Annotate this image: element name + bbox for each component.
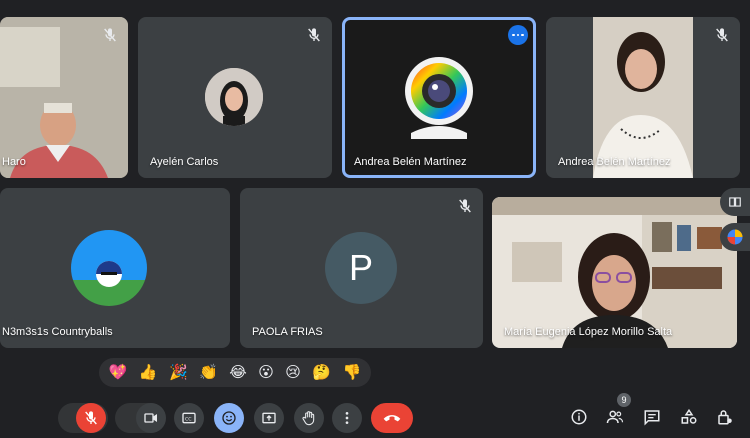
mic-toggle-button[interactable] <box>76 403 106 433</box>
svg-text:CC: CC <box>185 416 192 422</box>
book-icon <box>729 197 741 207</box>
chat-icon <box>644 410 660 426</box>
closed-captions-icon: CC <box>182 412 196 424</box>
present-screen-button[interactable] <box>254 403 284 433</box>
present-screen-icon <box>262 412 276 424</box>
people-count-badge: 9 <box>617 393 631 407</box>
reactions-bar: 💖 👍 🎉 👏 😂 😮 😢 🤔 👎 <box>99 358 371 387</box>
host-controls-button[interactable] <box>713 405 737 429</box>
hand-icon <box>302 411 315 426</box>
reaction-sad[interactable]: 😢 <box>285 365 301 380</box>
reaction-sparkling-heart[interactable]: 💖 <box>109 365 128 380</box>
participant-name: María Eugenia López Morillo Salta <box>504 326 673 338</box>
participant-name: PAOLA FRIAS <box>252 326 323 338</box>
reaction-surprised[interactable]: 😮 <box>258 365 274 380</box>
participant-name: Andrea Belén Martínez <box>354 156 467 168</box>
effects-button[interactable] <box>720 223 750 251</box>
people-button[interactable] <box>603 405 627 429</box>
participant-name: Ayelén Carlos <box>150 156 219 168</box>
activities-button[interactable] <box>677 405 701 429</box>
activities-icon <box>681 408 697 424</box>
participant-name: Andrea Belén Martínez <box>558 156 671 168</box>
leave-call-button[interactable] <box>371 403 413 433</box>
participant-tile-ayelen[interactable]: Ayelén Carlos <box>138 17 332 178</box>
avatar-initial: P <box>348 247 373 288</box>
people-icon <box>606 410 624 424</box>
mic-off-icon <box>104 28 116 42</box>
reaction-clapping[interactable]: 👏 <box>199 365 218 380</box>
webcam-logo-icon <box>405 57 473 139</box>
captions-button[interactable]: CC <box>174 403 204 433</box>
avatar <box>205 68 263 126</box>
more-vert-icon <box>345 412 349 424</box>
participant-tile-n3m3s1s[interactable]: N3m3s1s Countryballs <box>0 188 230 348</box>
smiley-icon <box>222 411 236 425</box>
participant-video-andrea <box>593 17 693 178</box>
participant-tile-haro[interactable]: Haro <box>0 17 128 178</box>
lock-person-icon <box>718 410 732 425</box>
more-options-button[interactable] <box>332 403 362 433</box>
participant-tile-andrea-video[interactable]: Andrea Belén Martínez <box>546 17 740 178</box>
self-view-icon <box>727 229 743 245</box>
raise-hand-button[interactable] <box>294 403 324 433</box>
reaction-thumbs-up[interactable]: 👍 <box>139 365 158 380</box>
chat-button[interactable] <box>640 405 664 429</box>
more-options-button[interactable] <box>508 25 528 45</box>
mic-off-icon <box>85 411 97 425</box>
mic-off-icon <box>716 28 728 42</box>
reaction-party-popper[interactable]: 🎉 <box>169 365 188 380</box>
reactions-button[interactable] <box>214 403 244 433</box>
mic-off-icon <box>459 199 471 213</box>
participant-tile-paola[interactable]: P PAOLA FRIAS <box>240 188 483 348</box>
reaction-thumbs-down[interactable]: 👎 <box>342 365 361 380</box>
reaction-laughing[interactable]: 😂 <box>229 365 247 380</box>
video-camera-icon <box>144 413 157 423</box>
participant-name: N3m3s1s Countryballs <box>2 326 113 338</box>
avatar: P <box>325 232 397 304</box>
side-panel-button[interactable] <box>720 188 750 216</box>
camera-toggle-button[interactable] <box>136 403 166 433</box>
end-call-icon <box>383 415 401 422</box>
participant-name: Haro <box>2 156 26 168</box>
meeting-details-button[interactable] <box>567 405 591 429</box>
info-icon <box>571 409 587 425</box>
mic-off-icon <box>308 28 320 42</box>
avatar <box>71 230 147 306</box>
reaction-thinking[interactable]: 🤔 <box>312 365 331 380</box>
participant-tile-andrea-camera[interactable]: Andrea Belén Martínez <box>342 17 536 178</box>
participant-tile-maria[interactable]: María Eugenia López Morillo Salta <box>492 197 737 348</box>
